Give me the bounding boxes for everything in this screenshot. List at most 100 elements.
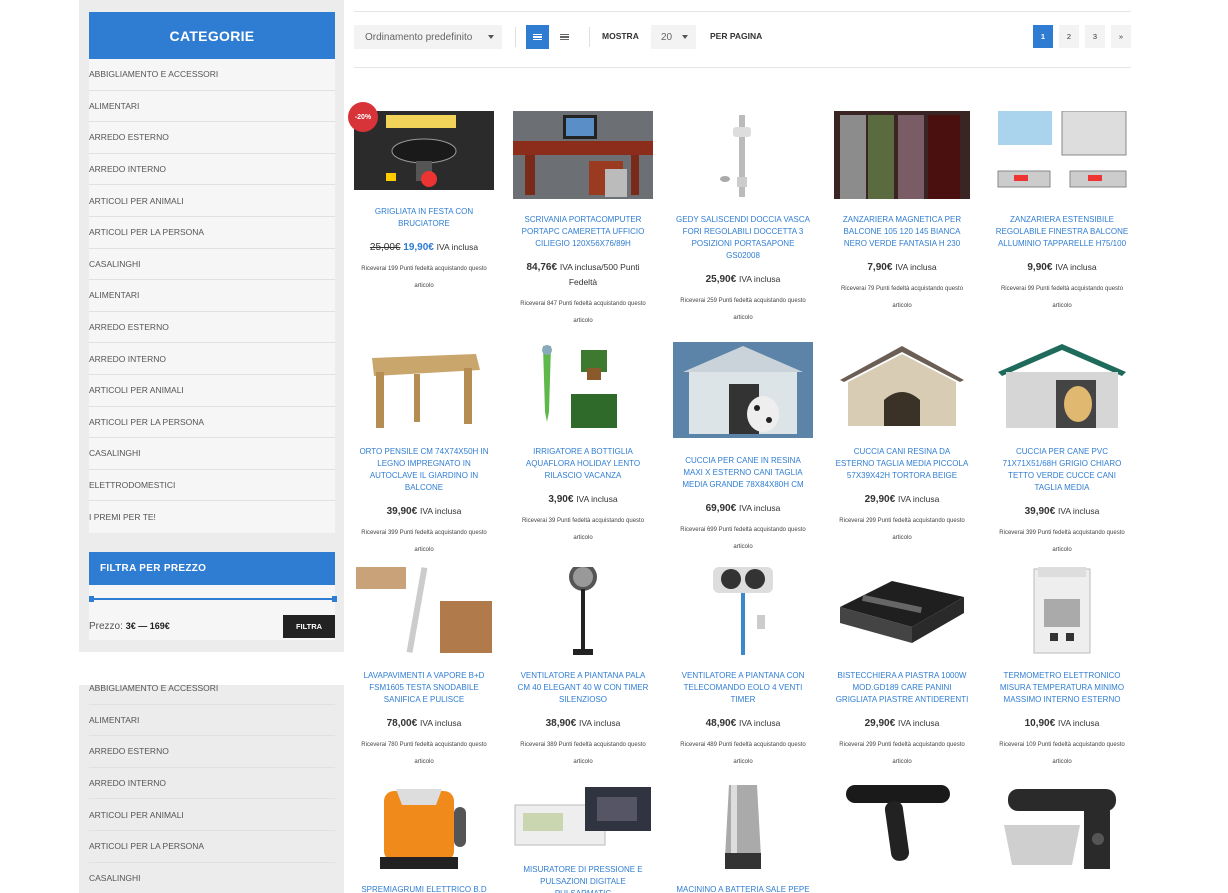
product-title[interactable]: ZANZARIERA ESTENSIBILE REGOLABILE FINEST… (992, 214, 1132, 250)
category-link[interactable]: ARREDO ESTERNO (89, 736, 335, 768)
grid-view-button[interactable] (526, 25, 549, 49)
old-price: 25,00€ (369, 242, 401, 253)
product-title[interactable]: LAVAPAVIMENTI A VAPORE B+D FSM1605 TESTA… (354, 670, 494, 706)
product-card[interactable]: ZANZARIERA ESTENSIBILE REGOLABILE FINEST… (992, 111, 1132, 315)
list-view-button[interactable] (553, 25, 576, 49)
product-card[interactable]: SPREMIAGRUMI ELETTRICO B.D MOD (354, 783, 494, 893)
product-card[interactable] (992, 783, 1132, 884)
product-title[interactable]: MACININO A BATTERIA SALE PEPE (673, 884, 813, 893)
product-title[interactable]: SPREMIAGRUMI ELETTRICO B.D MOD (354, 884, 494, 893)
category-link[interactable]: CASALINGHI (89, 863, 335, 893)
category-link[interactable]: ARREDO INTERNO (89, 768, 335, 800)
product-title[interactable]: GRIGLIATA IN FESTA CON BRUCIATORE (354, 206, 494, 230)
pepper-mill-icon[interactable] (673, 783, 813, 871)
planter-icon[interactable] (354, 342, 494, 430)
category-link[interactable]: ARREDO INTERNO (89, 343, 335, 375)
product-card[interactable]: ZANZARIERA MAGNETICA PER BALCONE 105 120… (832, 111, 972, 315)
loyalty-points-note: Riceverai 389 Punti fedeltà acquistando … (520, 742, 646, 765)
product-title[interactable]: TERMOMETRO ELETTRONICO MISURA TEMPERATUR… (992, 670, 1132, 706)
category-link[interactable]: ALIMENTARI (89, 91, 335, 123)
product-card[interactable]: SCRIVANIA PORTACOMPUTER PORTAPC CAMERETT… (513, 111, 653, 330)
product-title[interactable]: MISURATORE DI PRESSIONE E PULSAZIONI DIG… (513, 864, 653, 893)
category-link[interactable]: ARTICOLI PER ANIMALI (89, 799, 335, 831)
juicer-icon[interactable] (354, 783, 494, 871)
category-link[interactable]: ARTICOLI PER ANIMALI (89, 185, 335, 217)
sort-select-value: Ordinamento predefinito (365, 31, 473, 43)
category-link[interactable]: ALIMENTARI (89, 280, 335, 312)
loyalty-points-note: Riceverai 109 Punti fedeltà acquistando … (999, 742, 1125, 765)
product-price: 38,90€ IVA inclusa (513, 716, 653, 731)
irrigator-icon[interactable] (513, 342, 653, 430)
thermometer-icon[interactable] (992, 567, 1132, 655)
product-card[interactable]: MISURATORE DI PRESSIONE E PULSAZIONI DIG… (513, 783, 653, 893)
category-link[interactable]: CASALINGHI (89, 438, 335, 470)
price-slider-min-handle[interactable] (89, 596, 94, 602)
next-page-button[interactable]: » (1111, 25, 1131, 48)
category-link[interactable]: ELETTRODOMESTICI (89, 470, 335, 502)
fan-icon[interactable] (513, 567, 653, 655)
product-title[interactable]: CUCCIA PER CANE IN RESINA MAXI X ESTERNO… (673, 455, 813, 491)
product-card[interactable] (832, 783, 972, 884)
screen-icon[interactable] (992, 111, 1132, 199)
page-button[interactable]: 1 (1033, 25, 1053, 48)
product-title[interactable]: SCRIVANIA PORTACOMPUTER PORTAPC CAMERETT… (513, 214, 653, 250)
category-link[interactable]: ABBIGLIAMENTO E ACCESSORI (89, 59, 335, 91)
product-title[interactable]: CUCCIA PER CANE PVC 71X71X51/68H GRIGIO … (992, 446, 1132, 494)
shower-icon[interactable] (673, 111, 813, 199)
hair-dryer-icon[interactable] (832, 783, 972, 871)
price-slider-max-handle[interactable] (332, 596, 337, 602)
fan-double-icon[interactable] (673, 567, 813, 655)
per-page-select[interactable]: 20 (651, 25, 696, 49)
product-title[interactable]: VENTILATORE A PIANTANA PALA CM 40 ELEGAN… (513, 670, 653, 706)
price-slider-track (91, 598, 335, 600)
product-card[interactable]: BISTECCHIERA A PIASTRA 1000W MOD.GD189 C… (832, 567, 972, 771)
product-card[interactable]: ORTO PENSILE CM 74X74X50H IN LEGNO IMPRE… (354, 342, 494, 559)
product-title[interactable]: ZANZARIERA MAGNETICA PER BALCONE 105 120… (832, 214, 972, 250)
product-card[interactable]: TERMOMETRO ELETTRONICO MISURA TEMPERATUR… (992, 567, 1132, 771)
product-card[interactable]: CUCCIA PER CANE IN RESINA MAXI X ESTERNO… (673, 342, 813, 556)
product-card[interactable]: MACININO A BATTERIA SALE PEPE (673, 783, 813, 893)
product-title[interactable]: ORTO PENSILE CM 74X74X50H IN LEGNO IMPRE… (354, 446, 494, 494)
product-title[interactable]: VENTILATORE A PIANTANA CON TELECOMANDO E… (673, 670, 813, 706)
product-card[interactable]: IRRIGATORE A BOTTIGLIA AQUAFLORA HOLIDAY… (513, 342, 653, 547)
category-link[interactable]: ARTICOLI PER LA PERSONA (89, 217, 335, 249)
doghouse-beige-icon[interactable] (832, 342, 972, 430)
desk-icon[interactable] (513, 111, 653, 199)
category-link[interactable]: ARREDO ESTERNO (89, 312, 335, 344)
doghouse-icon[interactable] (673, 342, 813, 438)
category-link[interactable]: ARREDO INTERNO (89, 154, 335, 186)
product-card[interactable]: CUCCIA CANI RESINA DA ESTERNO TAGLIA MED… (832, 342, 972, 547)
product-price: 39,90€ IVA inclusa (992, 504, 1132, 519)
product-card[interactable]: LAVAPAVIMENTI A VAPORE B+D FSM1605 TESTA… (354, 567, 494, 771)
price-slider[interactable] (89, 594, 337, 606)
product-title[interactable]: GEDY SALISCENDI DOCCIA VASCA FORI REGOLA… (673, 214, 813, 262)
category-link[interactable]: ABBIGLIAMENTO E ACCESSORI (89, 673, 335, 705)
chevron-down-icon (682, 35, 688, 39)
toolbar-bottom-divider (354, 67, 1131, 68)
product-card[interactable]: GRIGLIATA IN FESTA CON BRUCIATORE 25,00€ … (354, 111, 494, 295)
product-card[interactable]: CUCCIA PER CANE PVC 71X71X51/68H GRIGIO … (992, 342, 1132, 559)
grill-press-icon[interactable] (832, 567, 972, 655)
category-link[interactable]: CASALINGHI (89, 249, 335, 281)
page-button[interactable]: 2 (1059, 25, 1079, 48)
doghouse-green-icon[interactable] (992, 342, 1132, 430)
blood-pressure-icon[interactable] (513, 783, 653, 853)
mixer-icon[interactable] (992, 783, 1132, 871)
category-link[interactable]: ARTICOLI PER LA PERSONA (89, 407, 335, 439)
category-link[interactable]: I PREMI PER TE! (89, 501, 335, 533)
product-title[interactable]: CUCCIA CANI RESINA DA ESTERNO TAGLIA MED… (832, 446, 972, 482)
product-card[interactable]: VENTILATORE A PIANTANA PALA CM 40 ELEGAN… (513, 567, 653, 771)
product-card[interactable]: VENTILATORE A PIANTANA CON TELECOMANDO E… (673, 567, 813, 771)
page-button[interactable]: 3 (1085, 25, 1105, 48)
filter-button[interactable]: FILTRA (283, 615, 335, 638)
category-link[interactable]: ALIMENTARI (89, 705, 335, 737)
category-link[interactable]: ARREDO ESTERNO (89, 122, 335, 154)
product-title[interactable]: IRRIGATORE A BOTTIGLIA AQUAFLORA HOLIDAY… (513, 446, 653, 482)
product-card[interactable]: GEDY SALISCENDI DOCCIA VASCA FORI REGOLA… (673, 111, 813, 327)
curtain-icon[interactable] (832, 111, 972, 199)
sort-select[interactable]: Ordinamento predefinito (354, 25, 502, 49)
category-link[interactable]: ARTICOLI PER ANIMALI (89, 375, 335, 407)
product-title[interactable]: BISTECCHIERA A PIASTRA 1000W MOD.GD189 C… (832, 670, 972, 706)
steam-mop-icon[interactable] (354, 567, 494, 655)
category-link[interactable]: ARTICOLI PER LA PERSONA (89, 831, 335, 863)
